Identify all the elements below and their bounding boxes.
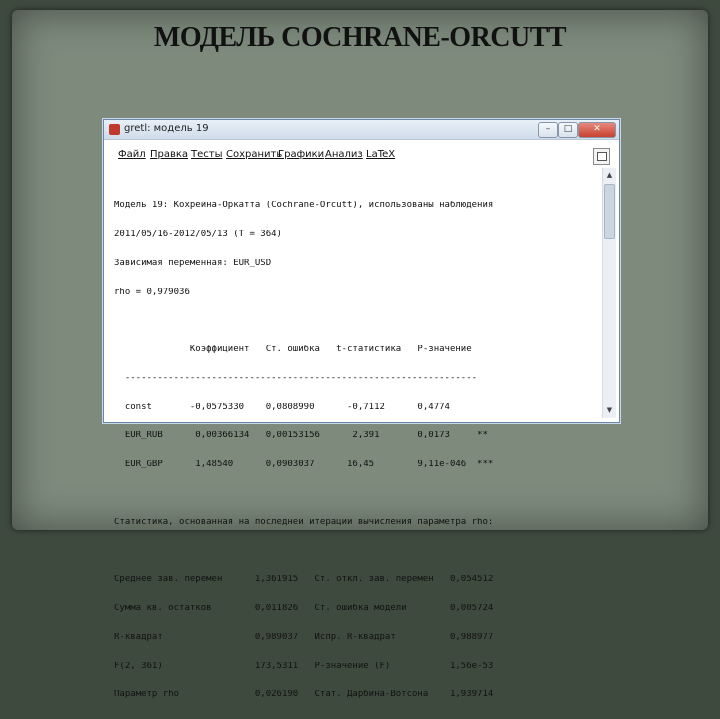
menu-bar: Файл Правка Тесты Сохранить Графики Анал…	[104, 148, 619, 164]
menu-analysis[interactable]: Анализ	[325, 149, 363, 160]
window-titlebar[interactable]: gretl: модель 19 – □ ✕	[104, 120, 619, 140]
output-line: Коэффициент Ст. ошибка t-статистика P-зн…	[114, 345, 472, 355]
output-line: const -0,0575330 0,0808990 -0,7112 0,477…	[114, 402, 450, 412]
slide-title: МОДЕЛЬ COCHRANE-ORCUTT	[153, 22, 567, 53]
window-title: gretl: модель 19	[124, 123, 209, 134]
model-output-text[interactable]: Модель 19: Кохрейна-Оркатта (Cochrane-Or…	[114, 182, 594, 699]
scroll-thumb[interactable]	[604, 184, 615, 239]
output-line: Зависимая переменная: EUR_USD	[114, 258, 272, 268]
output-line: Среднее зав. перемен 1,361915 Ст. откл. …	[114, 575, 494, 585]
output-line: F(2, 361) 173,5311 P-значение (F) 1,56e-…	[114, 661, 494, 671]
menu-edit[interactable]: Правка	[150, 149, 188, 160]
gretl-model-window: gretl: модель 19 – □ ✕ Файл Правка Тесты…	[103, 119, 620, 699]
output-line: 2011/05/16-2012/05/13 (T = 364)	[114, 229, 282, 239]
gretl-app-icon	[109, 124, 120, 135]
menu-tests[interactable]: Тесты	[191, 149, 222, 160]
scroll-down-icon[interactable]: ▼	[604, 405, 615, 416]
output-line: EUR_GBP 1,48540 0,0903037 16,45 9,11e-04…	[114, 460, 494, 470]
output-line: Сумма кв. остатков 0,011826 Ст. ошибка м…	[114, 604, 494, 614]
minimize-button[interactable]: –	[538, 122, 558, 138]
output-line: Модель 19: Кохрейна-Оркатта (Cochrane-Or…	[114, 201, 494, 211]
scroll-up-icon[interactable]: ▲	[604, 170, 615, 181]
output-line: ----------------------------------------…	[114, 373, 478, 383]
output-line: R-квадрат 0,989037 Испр. R-квадрат 0,988…	[114, 632, 494, 642]
menu-latex[interactable]: LaTeX	[366, 149, 395, 160]
copy-icon[interactable]	[593, 148, 610, 165]
menu-graphs[interactable]: Графики	[278, 149, 324, 160]
vertical-scrollbar[interactable]: ▲ ▼	[602, 168, 616, 418]
output-line: Статистика, основанная на последней итер…	[114, 517, 494, 527]
close-button[interactable]: ✕	[578, 122, 616, 138]
maximize-button[interactable]: □	[558, 122, 578, 138]
menu-file[interactable]: Файл	[118, 149, 146, 160]
output-line: rho = 0,979036	[114, 287, 190, 297]
output-line: EUR_RUB 0,00366134 0,00153156 2,391 0,01…	[114, 431, 488, 441]
output-line: Параметр rho 0,026190 Стат. Дарбина-Вотс…	[114, 690, 494, 700]
menu-save[interactable]: Сохранить	[226, 149, 282, 160]
